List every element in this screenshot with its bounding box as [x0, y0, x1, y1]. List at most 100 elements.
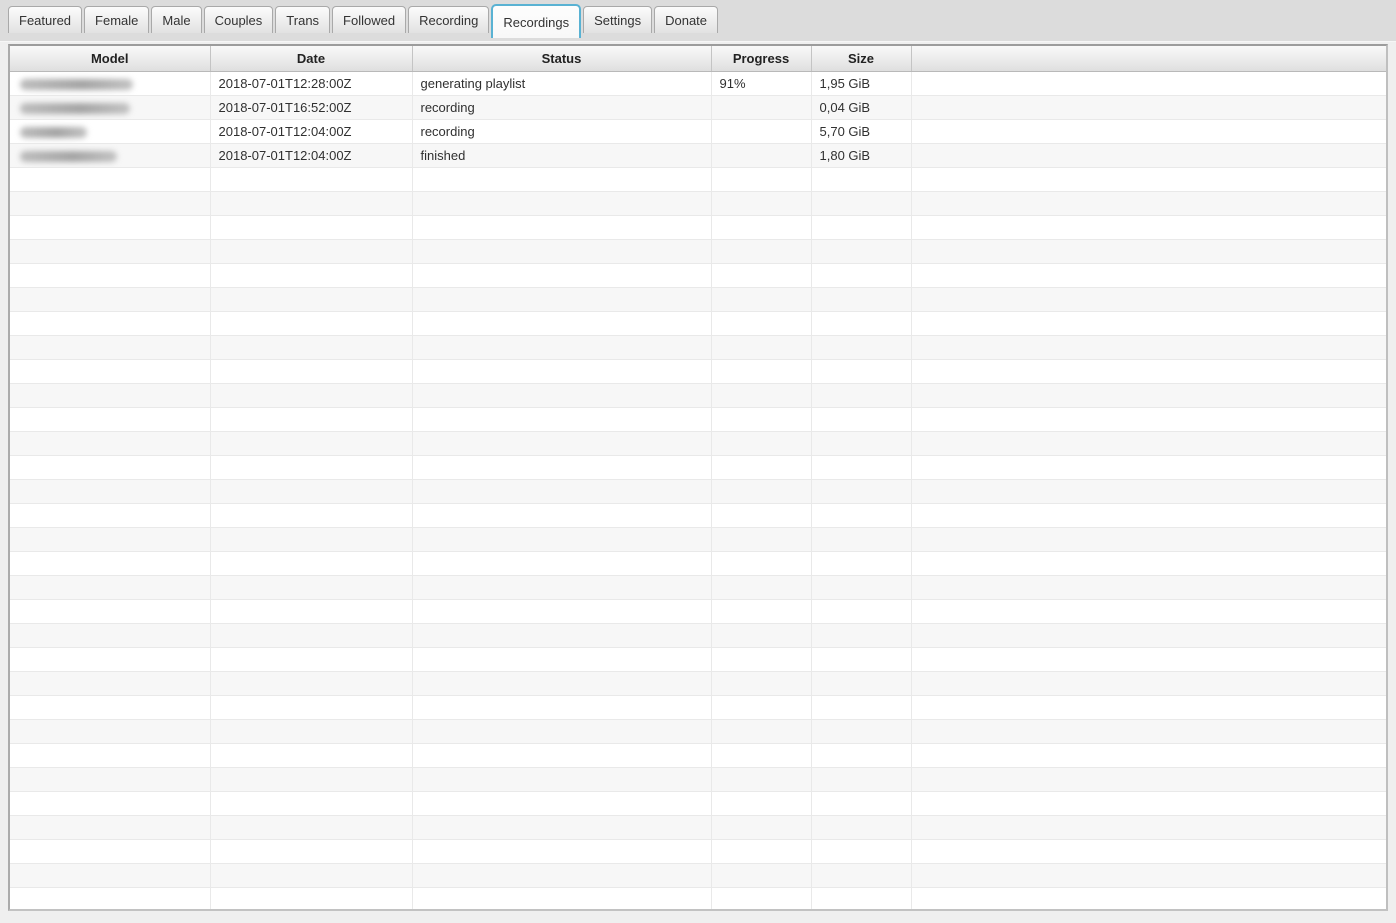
empty-cell — [210, 839, 412, 863]
empty-cell — [412, 815, 711, 839]
empty-cell — [412, 167, 711, 191]
empty-cell — [412, 767, 711, 791]
empty-cell — [911, 551, 1386, 575]
table-row[interactable]: 2018-07-01T16:52:00Zrecording0,04 GiB — [10, 95, 1386, 119]
empty-cell — [711, 359, 811, 383]
empty-cell — [412, 191, 711, 215]
empty-cell — [911, 479, 1386, 503]
empty-table-row — [10, 527, 1386, 551]
column-header-date[interactable]: Date — [210, 46, 412, 71]
empty-cell — [711, 599, 811, 623]
table-row[interactable]: 2018-07-01T12:04:00Zfinished1,80 GiB — [10, 143, 1386, 167]
empty-cell — [210, 407, 412, 431]
cell-size: 1,80 GiB — [811, 143, 911, 167]
empty-cell — [711, 479, 811, 503]
empty-cell — [210, 791, 412, 815]
tab-female[interactable]: Female — [84, 6, 149, 33]
empty-cell — [811, 311, 911, 335]
tab-recording[interactable]: Recording — [408, 6, 489, 33]
empty-table-row — [10, 407, 1386, 431]
recordings-table-frame: ModelDateStatusProgressSize 2018-07-01T1… — [8, 44, 1388, 911]
empty-cell — [911, 815, 1386, 839]
column-header-status[interactable]: Status — [412, 46, 711, 71]
empty-cell — [210, 503, 412, 527]
empty-cell — [911, 695, 1386, 719]
empty-cell — [811, 455, 911, 479]
empty-cell — [911, 599, 1386, 623]
empty-cell — [10, 431, 210, 455]
empty-table-row — [10, 191, 1386, 215]
empty-cell — [10, 815, 210, 839]
empty-cell — [412, 311, 711, 335]
empty-table-row — [10, 623, 1386, 647]
empty-cell — [711, 311, 811, 335]
empty-cell — [911, 671, 1386, 695]
empty-cell — [210, 743, 412, 767]
empty-cell — [911, 647, 1386, 671]
tab-label: Male — [162, 13, 190, 28]
empty-cell — [10, 863, 210, 887]
empty-cell — [10, 239, 210, 263]
empty-cell — [412, 551, 711, 575]
empty-cell — [811, 791, 911, 815]
empty-cell — [711, 767, 811, 791]
table-row[interactable]: 2018-07-01T12:28:00Zgenerating playlist9… — [10, 71, 1386, 95]
empty-cell — [412, 407, 711, 431]
tab-featured[interactable]: Featured — [8, 6, 82, 33]
column-header-extra[interactable] — [911, 46, 1386, 71]
empty-cell — [711, 215, 811, 239]
empty-cell — [711, 887, 811, 911]
tab-followed[interactable]: Followed — [332, 6, 406, 33]
empty-cell — [811, 335, 911, 359]
tab-couples[interactable]: Couples — [204, 6, 274, 33]
empty-cell — [911, 527, 1386, 551]
empty-table-row — [10, 743, 1386, 767]
empty-cell — [412, 431, 711, 455]
empty-cell — [811, 239, 911, 263]
tab-recordings[interactable]: Recordings — [491, 4, 581, 38]
empty-cell — [210, 455, 412, 479]
empty-table-row — [10, 359, 1386, 383]
empty-cell — [911, 335, 1386, 359]
empty-cell — [210, 359, 412, 383]
empty-cell — [711, 383, 811, 407]
empty-cell — [412, 479, 711, 503]
tab-settings[interactable]: Settings — [583, 6, 652, 33]
empty-cell — [10, 263, 210, 287]
empty-cell — [911, 191, 1386, 215]
app-window: { "tab_bar": { "items": [ {"label": "Fea… — [0, 0, 1396, 923]
empty-cell — [811, 167, 911, 191]
empty-cell — [10, 623, 210, 647]
tab-male[interactable]: Male — [151, 6, 201, 33]
tab-label: Female — [95, 13, 138, 28]
cell-model — [10, 119, 210, 143]
column-header-model[interactable]: Model — [10, 46, 210, 71]
cell-extra — [911, 143, 1386, 167]
empty-cell — [10, 167, 210, 191]
table-row[interactable]: 2018-07-01T12:04:00Zrecording5,70 GiB — [10, 119, 1386, 143]
empty-table-row — [10, 575, 1386, 599]
empty-table-row — [10, 239, 1386, 263]
empty-cell — [711, 719, 811, 743]
tab-donate[interactable]: Donate — [654, 6, 718, 33]
cell-model — [10, 143, 210, 167]
cell-progress — [711, 143, 811, 167]
cell-size: 5,70 GiB — [811, 119, 911, 143]
column-header-progress[interactable]: Progress — [711, 46, 811, 71]
empty-table-row — [10, 839, 1386, 863]
empty-cell — [811, 647, 911, 671]
tab-trans[interactable]: Trans — [275, 6, 330, 33]
empty-table-row — [10, 695, 1386, 719]
empty-cell — [10, 407, 210, 431]
cell-status: finished — [412, 143, 711, 167]
empty-cell — [711, 575, 811, 599]
empty-cell — [210, 239, 412, 263]
empty-cell — [10, 455, 210, 479]
tab-label: Featured — [19, 13, 71, 28]
empty-cell — [412, 335, 711, 359]
empty-cell — [10, 335, 210, 359]
empty-cell — [412, 215, 711, 239]
empty-cell — [711, 863, 811, 887]
empty-cell — [10, 359, 210, 383]
column-header-size[interactable]: Size — [811, 46, 911, 71]
